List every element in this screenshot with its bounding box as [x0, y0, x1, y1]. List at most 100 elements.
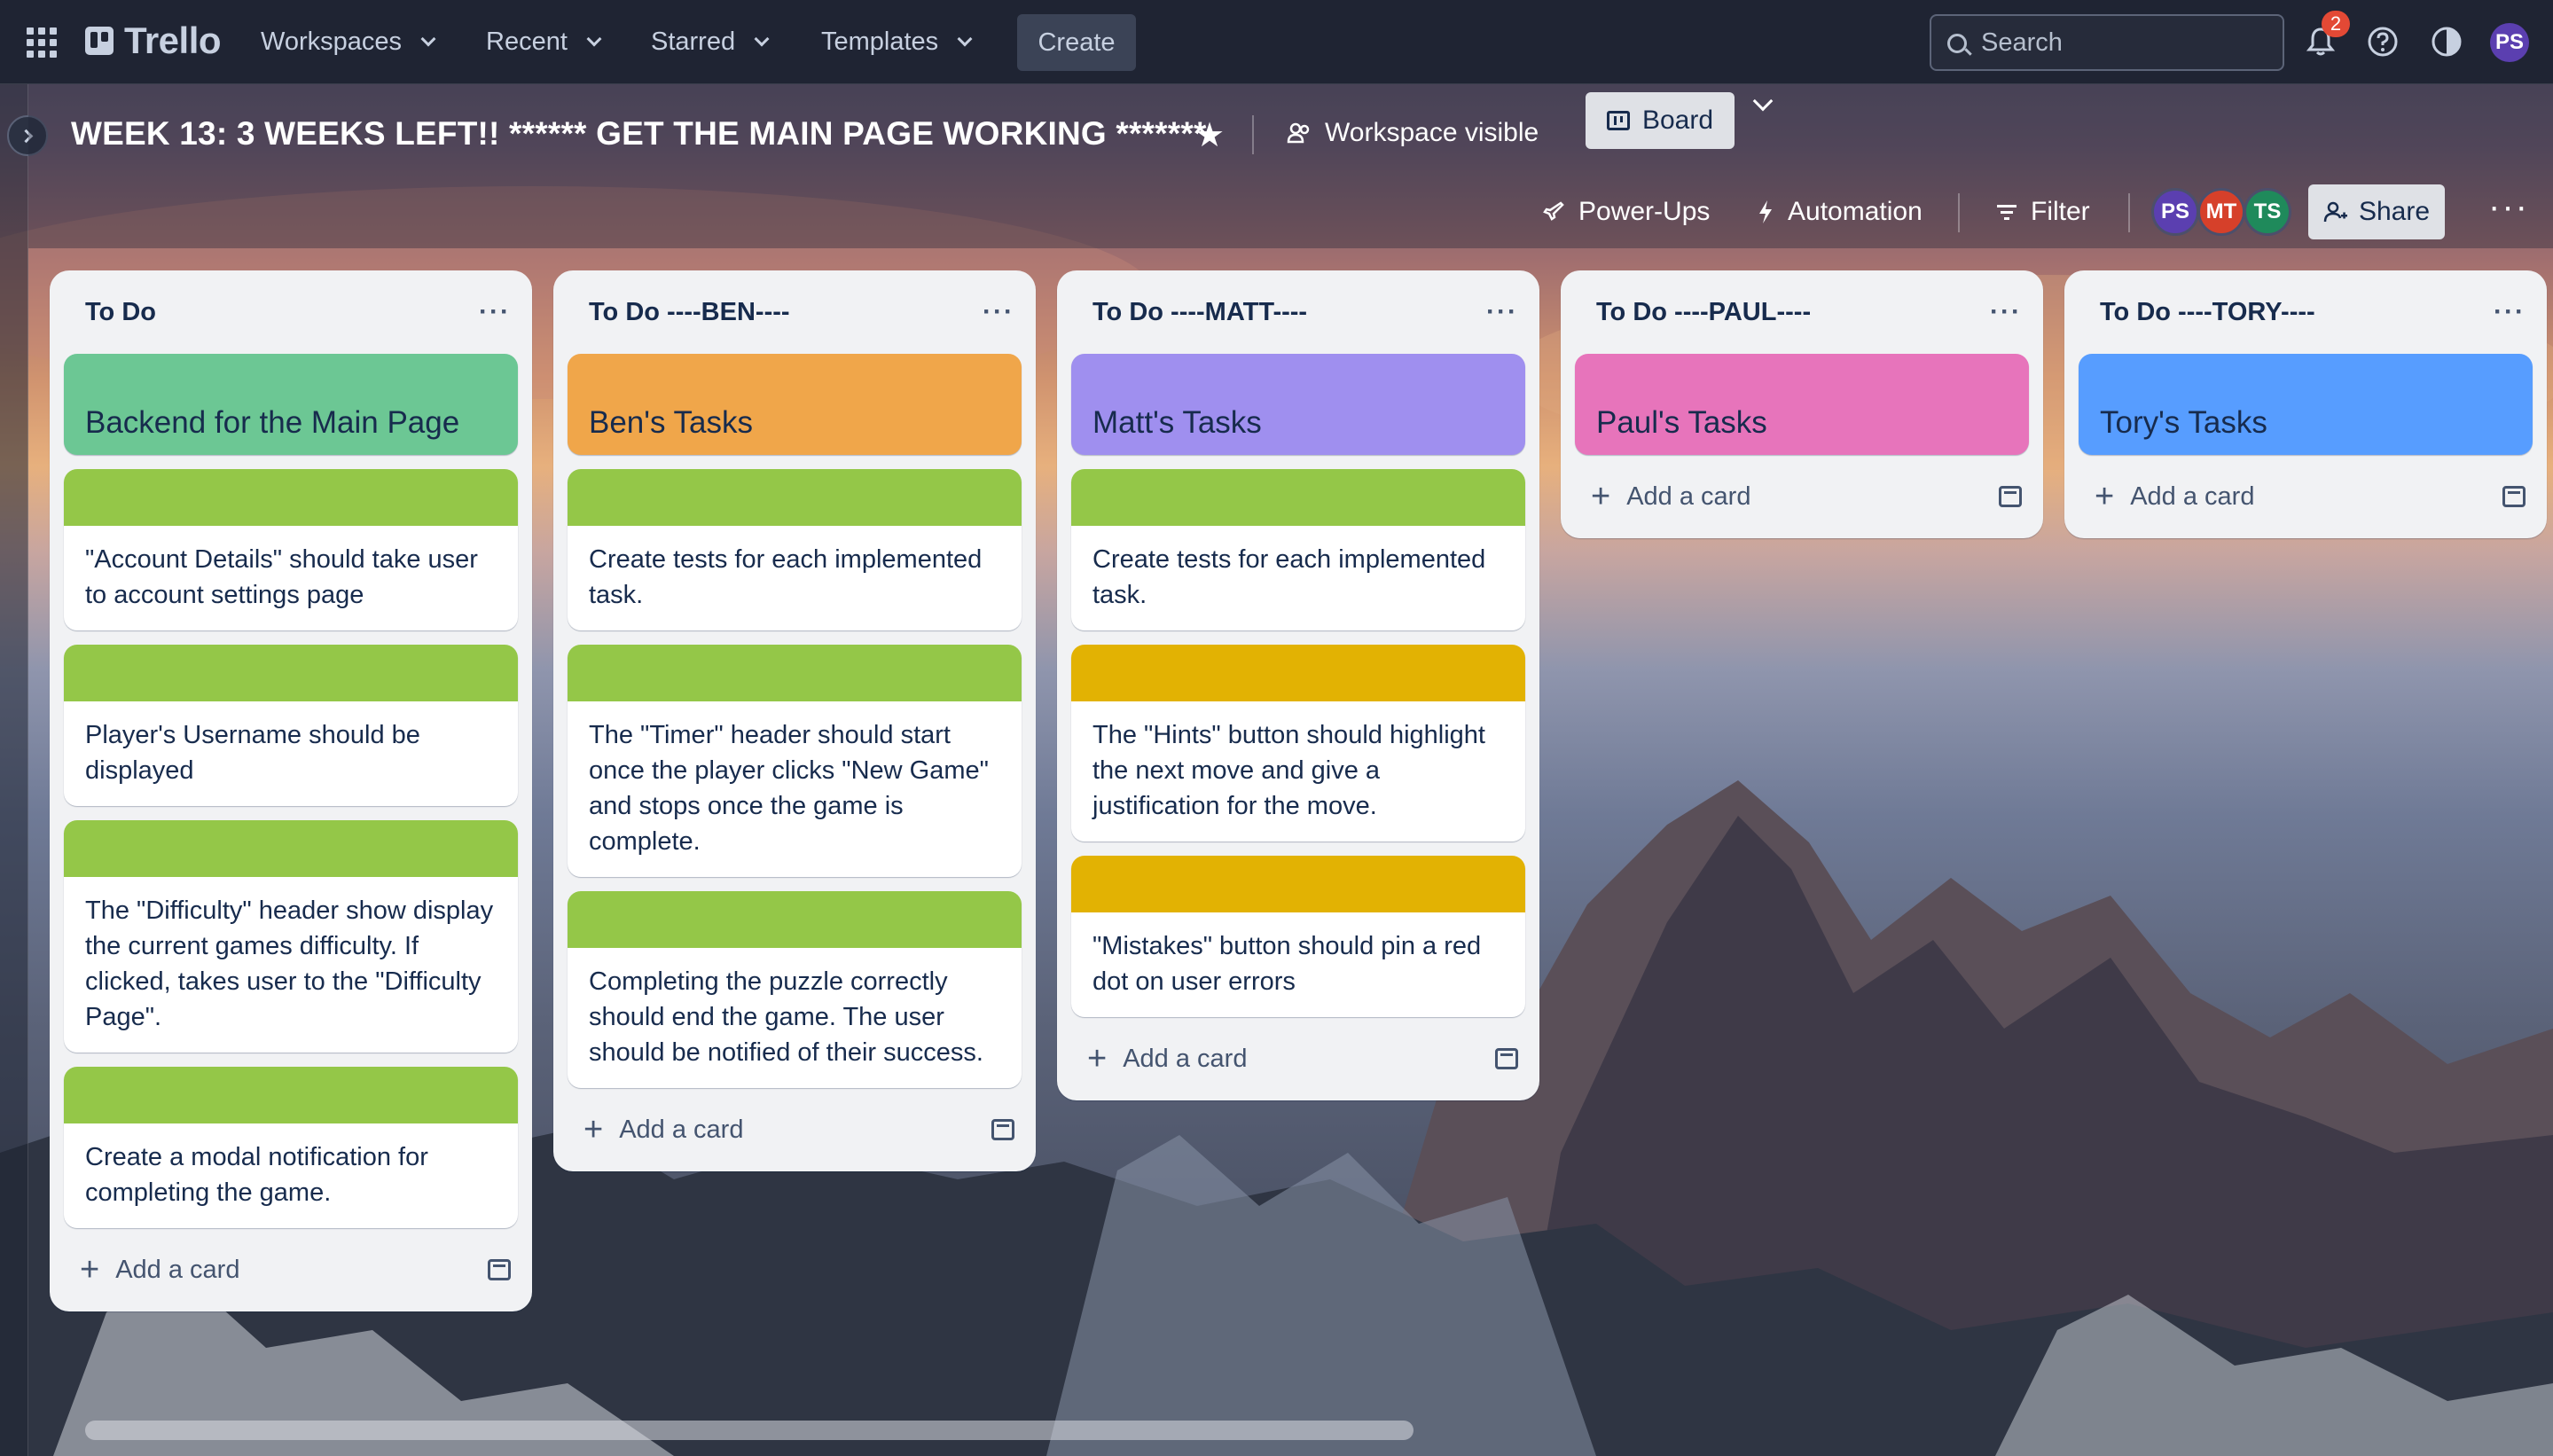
list-header[interactable]: To Do ----MATT---- ··· [1071, 270, 1525, 354]
user-avatar[interactable]: PS [2490, 23, 2529, 62]
board-title[interactable]: WEEK 13: 3 WEEKS LEFT!! ****** GET THE M… [71, 115, 1207, 153]
card-title: Completing the puzzle correctly should e… [589, 967, 983, 1067]
list-title[interactable]: To Do ----TORY---- [2100, 298, 2315, 327]
list-card[interactable]: The "Timer" header should start once the… [568, 645, 1022, 877]
chevron-down-icon [420, 31, 436, 46]
card-template-icon[interactable] [991, 1119, 1014, 1140]
list-title[interactable]: To Do ----BEN---- [589, 298, 790, 327]
header-card[interactable]: Matt's Tasks [1071, 354, 1525, 455]
search-input[interactable]: Search [1930, 14, 2284, 71]
card-template-icon[interactable] [488, 1259, 511, 1280]
help-icon[interactable] [2366, 25, 2400, 59]
create-button[interactable]: Create [1017, 14, 1136, 71]
list-to-do-tory: To Do ----TORY---- ··· Tory's Tasks + Add… [2064, 270, 2547, 538]
list-menu-icon[interactable]: ··· [983, 297, 1014, 327]
list-to-do: To Do ··· Backend for the Main Page "Acc… [50, 270, 532, 1311]
theme-toggle-icon[interactable] [2430, 25, 2463, 59]
starred-label: Starred [651, 27, 736, 56]
add-card-button[interactable]: + Add a card [2095, 480, 2254, 513]
rocket-icon [1543, 201, 1564, 221]
list-menu-icon[interactable]: ··· [479, 297, 511, 327]
list-header[interactable]: To Do ----TORY---- ··· [2079, 270, 2533, 354]
list-header[interactable]: To Do ----PAUL---- ··· [1575, 270, 2029, 354]
list-title[interactable]: To Do ----MATT---- [1092, 298, 1307, 327]
board-view-label: Board [1641, 106, 1714, 135]
add-card-button[interactable]: + Add a card [80, 1251, 240, 1288]
recent-menu[interactable]: Recent [486, 0, 602, 84]
list-card[interactable]: The "Hints" button should highlight the … [1071, 645, 1525, 842]
automation-button[interactable]: Automation [1756, 197, 1923, 227]
member-avatar[interactable]: MT [2197, 188, 2245, 236]
add-person-icon [2323, 201, 2347, 223]
list-card[interactable]: Create tests for each implemented task. [568, 469, 1022, 630]
plus-icon: + [1087, 1040, 1108, 1077]
member-avatar[interactable]: PS [2151, 188, 2199, 236]
list-card[interactable]: The "Difficulty" header show display the… [64, 820, 518, 1053]
header-card[interactable]: Ben's Tasks [568, 354, 1022, 455]
list-menu-icon[interactable]: ··· [1990, 297, 2022, 327]
chevron-down-icon [957, 31, 973, 46]
plus-icon: + [80, 1251, 100, 1288]
plus-icon: + [1591, 478, 1611, 515]
board-view-button[interactable]: Board [1586, 92, 1735, 149]
share-button[interactable]: Share [2308, 184, 2445, 239]
more-options-icon[interactable]: ··· [2488, 189, 2529, 224]
header-card[interactable]: Paul's Tasks [1575, 354, 2029, 455]
share-label: Share [2358, 197, 2431, 226]
list-card[interactable]: Create a modal notification for completi… [64, 1067, 518, 1228]
member-avatar[interactable]: TS [2244, 188, 2291, 236]
card-title: The "Hints" button should highlight the … [1092, 721, 1485, 820]
list-title[interactable]: To Do [85, 298, 156, 327]
card-cover [64, 469, 518, 526]
list-header[interactable]: To Do ··· [64, 270, 518, 354]
workspaces-menu[interactable]: Workspaces [261, 0, 436, 84]
list-header[interactable]: To Do ----BEN---- ··· [568, 270, 1022, 354]
header-divider [2128, 193, 2130, 232]
recent-label: Recent [486, 27, 568, 56]
view-switcher-button[interactable] [1752, 90, 1774, 112]
starred-menu[interactable]: Starred [651, 0, 770, 84]
workspace-visibility-button[interactable]: Workspace visible [1286, 118, 1539, 148]
power-ups-button[interactable]: Power-Ups [1541, 197, 1710, 227]
trello-logo[interactable]: Trello [85, 20, 222, 62]
horizontal-scrollbar[interactable] [85, 1421, 1414, 1440]
add-card-row: + Add a card [1071, 1031, 1525, 1086]
card-template-icon[interactable] [1999, 486, 2022, 507]
card-cover [568, 891, 1022, 948]
notification-count-badge: 2 [2322, 11, 2350, 37]
chevron-down-icon [754, 31, 770, 46]
card-title: Create a modal notification for completi… [85, 1143, 428, 1207]
card-title: The "Difficulty" header show display the… [85, 896, 494, 1031]
list-menu-icon[interactable]: ··· [2494, 297, 2526, 327]
filter-button[interactable]: Filter [1995, 197, 2090, 227]
card-template-icon[interactable] [1495, 1048, 1518, 1069]
filter-icon [1997, 205, 2017, 220]
templates-label: Templates [821, 27, 939, 56]
add-card-button[interactable]: + Add a card [1591, 478, 1750, 515]
templates-menu[interactable]: Templates [821, 0, 973, 84]
header-card[interactable]: Tory's Tasks [2079, 354, 2533, 455]
card-cover [64, 820, 518, 877]
card-cover [568, 469, 1022, 526]
filter-label: Filter [2031, 197, 2090, 226]
star-icon[interactable]: ★ [1194, 115, 1225, 155]
add-card-label: Add a card [115, 1255, 240, 1284]
card-template-icon[interactable] [2502, 486, 2526, 507]
list-card[interactable]: Player's Username should be displayed [64, 645, 518, 806]
card-cover [1071, 856, 1525, 912]
card-cover [64, 1067, 518, 1123]
app-switcher-icon[interactable] [27, 27, 57, 58]
add-card-row: + Add a card [64, 1242, 518, 1297]
lightning-icon [1759, 200, 1772, 223]
add-card-button[interactable]: + Add a card [583, 1113, 743, 1147]
header-card[interactable]: Backend for the Main Page [64, 354, 518, 455]
add-card-button[interactable]: + Add a card [1087, 1040, 1247, 1077]
list-card[interactable]: "Account Details" should take user to ac… [64, 469, 518, 630]
list-menu-icon[interactable]: ··· [1486, 297, 1518, 327]
list-to-do-matt: To Do ----MATT---- ··· Matt's Tasks Crea… [1057, 270, 1539, 1100]
list-card[interactable]: Completing the puzzle correctly should e… [568, 891, 1022, 1088]
list-title[interactable]: To Do ----PAUL---- [1596, 298, 1811, 327]
list-card[interactable]: Create tests for each implemented task. [1071, 469, 1525, 630]
list-card[interactable]: "Mistakes" button should pin a red dot o… [1071, 856, 1525, 1017]
add-card-row: + Add a card [1575, 469, 2029, 524]
